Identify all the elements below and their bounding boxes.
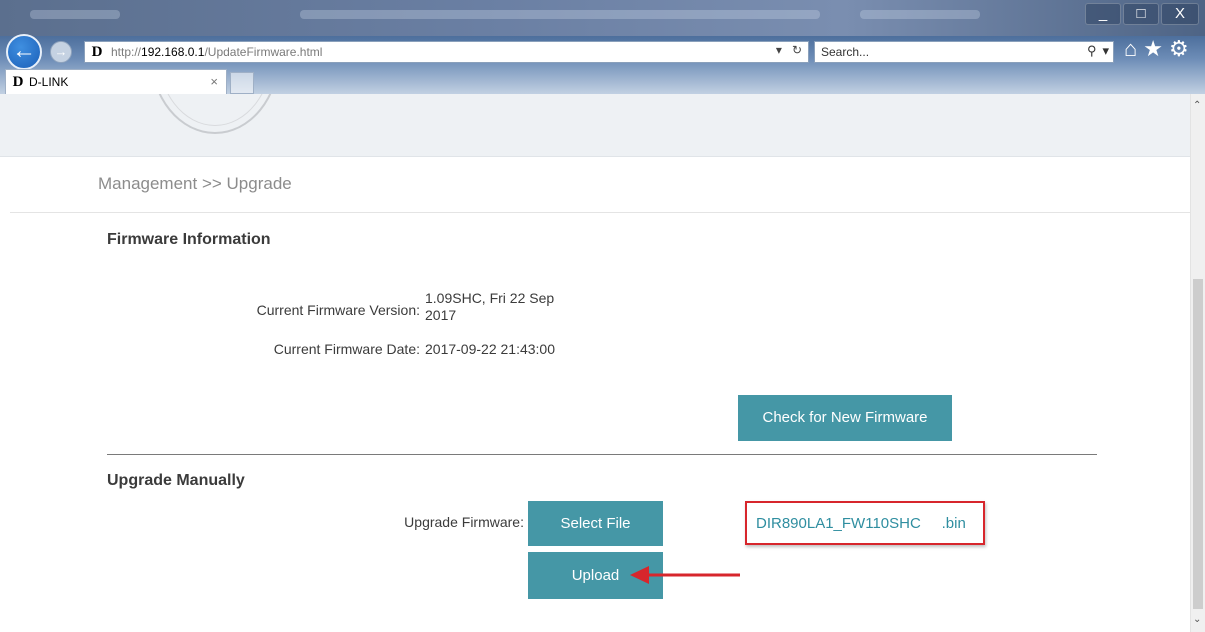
current-version-line1: 1.09SHC, Fri 22 Sep [425,290,555,306]
forward-arrow-icon: → [54,44,68,59]
address-actions: ▾ ↻ [776,43,802,57]
search-input[interactable]: Search... ⚲ ▾ [814,41,1114,63]
upgrade-firmware-label: Upgrade Firmware: [404,514,524,530]
router-page-header [0,94,1190,157]
blurred-quick-access [30,10,120,19]
refresh-icon[interactable]: ↻ [792,43,802,57]
scroll-down-icon[interactable]: ⌄ [1193,614,1201,625]
dlink-favicon-icon: D [12,74,24,90]
close-icon[interactable]: × [210,74,218,89]
url-host: 192.168.0.1 [141,45,205,59]
blurred-window-title [300,10,820,19]
check-new-firmware-button[interactable]: Check for New Firmware [738,395,952,441]
star-icon[interactable]: ★ [1143,36,1163,62]
current-date-label: Current Firmware Date: [273,341,420,357]
gear-icon[interactable]: ⚙ [1169,36,1189,62]
scroll-thumb[interactable] [1193,279,1203,609]
page-scrollbar[interactable]: ⌃ ⌄ [1190,94,1205,632]
browser-toolbar-icons: ⌂ ★ ⚙ [1124,36,1189,62]
current-version-value: 1.09SHC, Fri 22 Sep 2017 [425,290,585,324]
scroll-up-icon[interactable]: ⌃ [1193,100,1201,111]
address-bar[interactable]: D http://192.168.0.1/UpdateFirmware.html… [84,41,809,63]
current-date-value: 2017-09-22 21:43:00 [425,341,555,357]
upgrade-manually-title: Upgrade Manually [107,472,245,489]
selected-file-highlight: DIR890LA1_FW110SHC .bin [745,501,985,545]
dlink-favicon-icon: D [91,44,103,60]
select-file-button[interactable]: Select File [528,501,663,546]
firmware-info-title: Firmware Information [107,231,271,248]
minimize-button[interactable]: _ [1085,3,1121,25]
search-placeholder: Search... [821,45,870,59]
forward-button[interactable]: → [50,41,72,63]
window-controls: _ □ X [1085,3,1199,25]
title-bar [0,0,1205,36]
new-tab-button[interactable] [230,72,254,94]
search-dropdown-icon[interactable]: ▾ [1102,43,1109,59]
current-version-line2: 2017 [425,307,457,323]
section-divider [107,454,1097,455]
search-icon[interactable]: ⚲ [1087,43,1097,59]
maximize-button[interactable]: □ [1123,3,1159,25]
selected-file-name: DIR890LA1_FW110SHC .bin [756,515,966,532]
close-window-button[interactable]: X [1161,3,1199,25]
blurred-title-actions [860,10,980,19]
search-actions: ⚲ ▾ [1087,43,1109,59]
back-arrow-icon: ← [12,37,36,64]
home-icon[interactable]: ⌂ [1124,36,1137,62]
current-version-label: Current Firmware Version: [256,302,420,318]
divider [10,212,1190,213]
tab-dlink[interactable]: D D-LINK × [5,69,227,94]
back-button[interactable]: ← [6,34,42,70]
browser-chrome: _ □ X ← → D http://192.168.0.1/UpdateFir… [0,0,1205,97]
url-path: /UpdateFirmware.html [204,45,323,59]
url-prefix: http:// [111,45,142,59]
red-arrow-icon [630,566,740,584]
breadcrumb: Management >> Upgrade [98,174,292,193]
dropdown-icon[interactable]: ▾ [776,43,782,57]
tab-title: D-LINK [29,75,69,89]
